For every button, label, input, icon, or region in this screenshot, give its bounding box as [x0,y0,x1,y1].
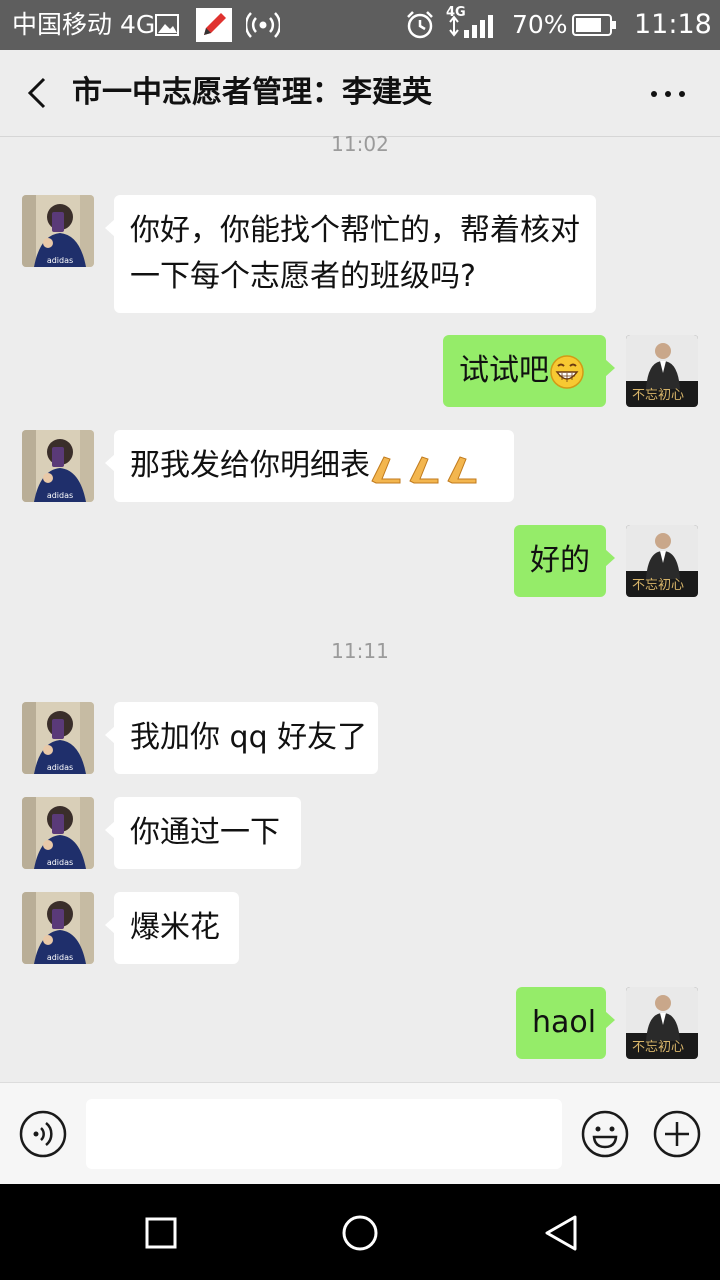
clap-emoji-icon [371,455,477,483]
message-text: 试试吧 [459,353,549,388]
battery-icon [572,14,616,36]
contact-avatar[interactable]: adidas [22,430,94,502]
back-nav-icon[interactable] [542,1214,580,1252]
status-bar: 中国移动 4G 4G 70% 11:18 [0,0,720,50]
svg-text:adidas: adidas [47,953,73,962]
message-text: 爆米花 [130,910,220,945]
carrier-label: 中国移动 4G [12,10,156,39]
image-icon [155,14,179,36]
battery-percent: 70% [512,10,568,39]
chat-title: 市一中志愿者管理：李建英 [72,75,432,110]
recent-apps-icon[interactable] [144,1216,178,1250]
more-options-icon[interactable] [640,72,700,116]
emoji-icon[interactable] [580,1109,630,1159]
system-nav-bar [0,1184,720,1280]
message-bubble-received[interactable]: 你通过一下 [105,797,301,869]
svg-text:adidas: adidas [47,491,73,500]
message-text: 一下每个志愿者的班级吗? [130,259,476,294]
message-bubble-sent[interactable]: 好的 [514,525,615,597]
plus-icon[interactable] [652,1109,702,1159]
home-icon[interactable] [341,1214,379,1252]
timestamp: 11:11 [331,639,389,663]
contact-avatar[interactable]: adidas [22,195,94,267]
signal-icon [449,15,493,38]
svg-text:不忘初心: 不忘初心 [632,388,684,403]
timestamp: 11:02 [331,132,389,156]
svg-text:adidas: adidas [47,858,73,867]
message-text: haol [532,1005,597,1040]
message-bubble-received[interactable]: 那我发给你明细表 [105,430,514,502]
message-bubble-received[interactable]: 你好，你能找个帮忙的，帮着核对 一下每个志愿者的班级吗? [105,195,596,313]
svg-text:不忘初心: 不忘初心 [632,578,684,593]
message-text: 你好，你能找个帮忙的，帮着核对 [130,213,580,248]
message-input[interactable] [86,1099,562,1169]
input-bar [0,1082,720,1185]
svg-text:adidas: adidas [47,763,73,772]
pencil-app-icon [196,8,232,42]
alarm-icon [407,11,433,39]
self-avatar[interactable]: 不忘初心 [626,987,698,1059]
svg-text:adidas: adidas [47,256,73,265]
self-avatar[interactable]: 不忘初心 [626,525,698,597]
hotspot-icon [246,12,280,38]
contact-avatar[interactable]: adidas [22,797,94,869]
message-bubble-sent[interactable]: 试试吧 [443,335,615,407]
contact-avatar[interactable]: adidas [22,702,94,774]
message-bubble-received[interactable]: 我加你 qq 好友了 [105,702,378,774]
voice-icon[interactable] [18,1109,68,1159]
clock: 11:18 [634,9,712,40]
message-text: 你通过一下 [130,815,280,850]
svg-text:不忘初心: 不忘初心 [632,1040,684,1055]
message-bubble-sent[interactable]: haol [516,987,615,1059]
grin-emoji-icon [550,354,584,389]
message-bubble-received[interactable]: 爆米花 [105,892,239,964]
back-arrow-icon[interactable] [14,68,64,118]
self-avatar[interactable]: 不忘初心 [626,335,698,407]
message-text: 我加你 qq 好友了 [130,720,368,755]
message-text: 好的 [530,543,590,578]
message-text: 那我发给你明细表 [130,448,370,483]
chat-header: 市一中志愿者管理：李建英 [0,50,720,137]
contact-avatar[interactable]: adidas [22,892,94,964]
